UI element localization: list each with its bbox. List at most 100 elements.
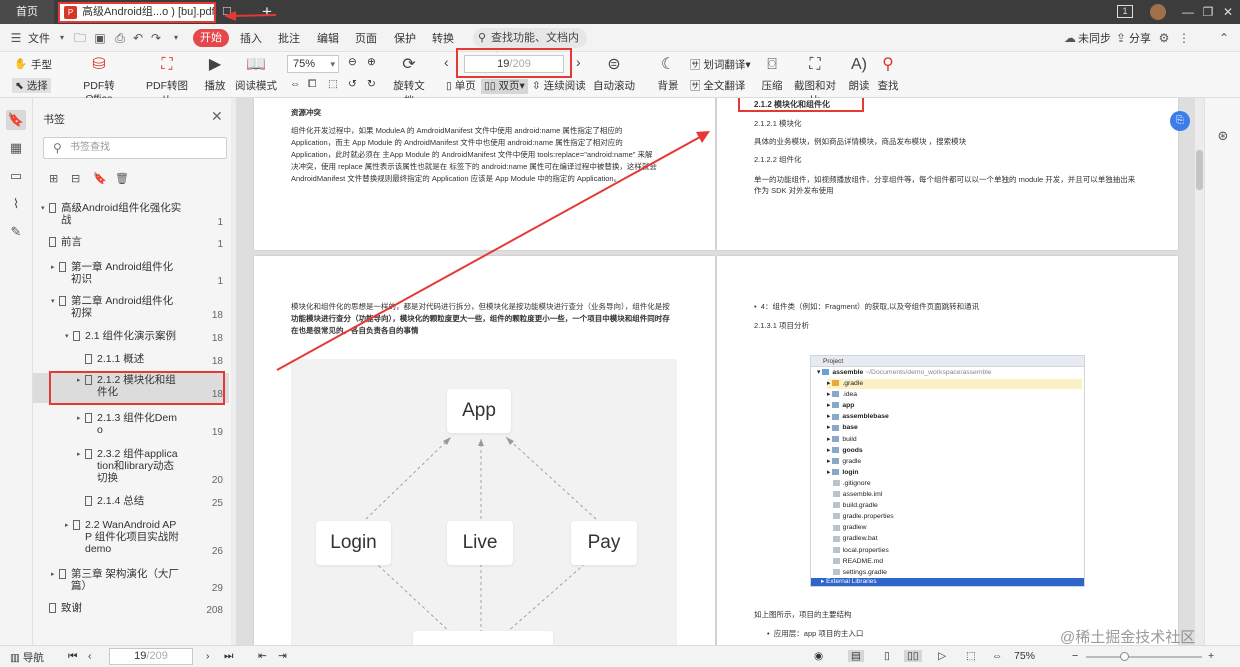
bookmark-item[interactable]: 致谢 208	[33, 601, 229, 619]
actual-size-icon[interactable]: ⬚	[328, 78, 338, 90]
bookmark-icon[interactable]: 🔖	[93, 172, 107, 185]
double-page-view-icon[interactable]: ▯	[884, 650, 890, 662]
gear-icon[interactable]: ⚙	[1156, 30, 1172, 46]
bookmark-item[interactable]: ▸ 第一章 Android组件化 初识 1	[33, 260, 229, 290]
save-icon[interactable]: ▣	[92, 30, 108, 46]
menu-insert[interactable]: 插入	[240, 30, 262, 46]
bookmark-search-input[interactable]: 书签查找	[43, 137, 227, 159]
read-mode-button[interactable]: 📖 阅读模式	[235, 54, 277, 93]
next-page-icon[interactable]: ›	[576, 54, 581, 70]
single-page-button[interactable]: ▯ 单页	[443, 79, 479, 94]
command-search-input[interactable]: 查找功能、文档内容	[473, 28, 587, 64]
rotate-left-icon[interactable]: ↺	[348, 78, 357, 90]
zoom-in-icon[interactable]: ⊕	[367, 56, 376, 68]
tab-document[interactable]: P 高级Android组...o ) [bu].pdf	[58, 2, 216, 23]
document-scrollbar[interactable]	[1195, 98, 1204, 645]
tab-close-icon[interactable]: ☐	[222, 5, 232, 18]
menu-comment[interactable]: 批注	[278, 30, 300, 46]
fit-width-icon[interactable]: ⇔	[992, 650, 1003, 662]
hamburger-menu-icon[interactable]: ☰	[8, 30, 24, 46]
chevron-down-icon[interactable]: ▾	[168, 30, 184, 46]
page-number-input[interactable]: 19/209	[464, 55, 564, 73]
prev-page-icon[interactable]: ‹	[88, 650, 92, 662]
last-page-icon[interactable]: ⏭	[224, 650, 233, 663]
bookmark-item[interactable]: ▾ 2.1 组件化演示案例 18	[33, 329, 229, 347]
chevron-down-icon[interactable]: ▾	[51, 297, 55, 305]
chevron-down-icon[interactable]: ▾	[65, 332, 69, 340]
menu-protect[interactable]: 保护	[394, 30, 416, 46]
full-translate-button[interactable]: 🈂 全文翻译	[690, 78, 745, 93]
play-icon[interactable]: ▷	[938, 650, 946, 662]
double-page-button[interactable]: ▯▯ 双页▾	[481, 79, 528, 94]
window-count-icon[interactable]: 1	[1117, 5, 1133, 18]
chevron-right-icon[interactable]: ▸	[51, 570, 55, 578]
navigation-button[interactable]: ▥ 导航	[10, 650, 44, 665]
background-button[interactable]: ☾ 背景	[654, 54, 682, 93]
rotate-right-icon[interactable]: ↻	[367, 78, 376, 90]
fit-page-icon[interactable]: ⬚	[966, 650, 976, 662]
bookmark-item[interactable]: ▸ 2.1.2 模块化和组 件化 18	[33, 373, 229, 403]
next-page-icon[interactable]: ›	[206, 650, 210, 662]
eye-icon[interactable]: ◉	[814, 650, 823, 662]
add-bookmark-icon[interactable]: ⊞	[49, 172, 58, 185]
zoom-in-icon[interactable]: +	[1208, 650, 1214, 662]
menu-convert[interactable]: 转换	[432, 30, 454, 46]
menu-edit[interactable]: 编辑	[317, 30, 339, 46]
zoom-select[interactable]: 75%	[287, 55, 339, 73]
chevron-down-icon[interactable]: ▾	[54, 30, 70, 46]
bookmark-item[interactable]: 2.1.4 总结 25	[33, 494, 229, 512]
word-translate-button[interactable]: 🈂 划词翻译▾	[690, 57, 751, 72]
add-child-bookmark-icon[interactable]: ⊟	[71, 172, 80, 185]
bookmark-item[interactable]: ▾ 第二章 Android组件化 初探 18	[33, 294, 229, 324]
undo-icon[interactable]: ↶	[130, 30, 146, 46]
collapse-ribbon-icon[interactable]: ⌃	[1216, 30, 1232, 46]
redo-icon[interactable]: ↷	[148, 30, 164, 46]
zoom-slider[interactable]	[1086, 652, 1202, 661]
open-folder-icon[interactable]: 🗀	[72, 30, 88, 46]
share-button[interactable]: 分享	[1129, 30, 1151, 46]
bookmark-item[interactable]: ▾ 高级Android组件化强化实战 1	[33, 201, 229, 231]
hand-tool-icon[interactable]: ✋	[14, 57, 27, 70]
signature-icon[interactable]: ✎	[8, 224, 24, 240]
print-icon[interactable]: ⎙	[112, 30, 128, 46]
status-page-input[interactable]: 19/209	[109, 648, 193, 665]
bookmark-item[interactable]: 前言 1	[33, 235, 229, 253]
fit-width-icon[interactable]: ⇔	[290, 78, 301, 90]
delete-bookmark-icon[interactable]: 🗑	[115, 172, 129, 185]
chevron-right-icon[interactable]: ▸	[77, 450, 81, 458]
floating-action-icon[interactable]: ⎘	[1170, 111, 1190, 131]
menu-start[interactable]: 开始	[193, 29, 229, 47]
tab-home[interactable]: 首页	[0, 0, 54, 24]
auto-scroll-button[interactable]: ⊜ 自动滚动	[593, 54, 635, 93]
fit-page-icon[interactable]: ⧠	[308, 78, 316, 91]
bookmark-item[interactable]: ▸ 2.1.3 组件化Dem o 19	[33, 411, 229, 441]
more-icon[interactable]: ⋮	[1176, 30, 1192, 46]
chevron-right-icon[interactable]: ▸	[51, 263, 55, 271]
menu-file[interactable]: 文件	[28, 30, 50, 46]
forward-icon[interactable]: ⇥	[278, 650, 287, 662]
lens-icon[interactable]: ⊛	[1215, 128, 1231, 144]
continuous-view-icon[interactable]: ▯▯	[904, 650, 922, 662]
chevron-right-icon[interactable]: ▸	[77, 376, 81, 384]
bookmark-item[interactable]: ▸ 第三章 架构演化（大厂 篇） 29	[33, 567, 229, 597]
bookmark-item[interactable]: 2.1.1 概述 18	[33, 352, 229, 370]
zoom-out-icon[interactable]: ⊖	[348, 56, 357, 68]
select-tool-button[interactable]: ⬉ 选择	[12, 78, 51, 93]
bookmark-panel-icon[interactable]: 🔖	[6, 110, 26, 130]
play-button[interactable]: ▶ 播放	[203, 54, 227, 93]
bookmark-item[interactable]: ▸ 2.3.2 组件applica tion和library动态 切换 20	[33, 447, 229, 489]
close-icon[interactable]: ✕	[211, 108, 223, 125]
single-page-view-icon[interactable]: ▤	[848, 650, 864, 662]
compress-button[interactable]: ⌼ 压缩	[759, 54, 785, 93]
cloud-icon[interactable]: ☁	[1062, 30, 1078, 46]
chevron-right-icon[interactable]: ▸	[65, 521, 69, 529]
zoom-level[interactable]: 75%	[1014, 650, 1035, 662]
read-aloud-button[interactable]: A) 朗读	[846, 54, 872, 93]
attachment-icon[interactable]: ⌇	[8, 196, 24, 212]
thumbnail-icon[interactable]: ▦	[8, 140, 24, 156]
bookmark-item[interactable]: ▸ 2.2 WanAndroid AP P 组件化项目实战附 demo 26	[33, 518, 229, 560]
document-view[interactable]: 资源冲突 组件化开发过程中，如果 ModuleA 的 AmdroidManife…	[236, 98, 1204, 645]
close-icon[interactable]: ✕	[1216, 0, 1240, 24]
avatar[interactable]	[1150, 4, 1166, 20]
chevron-down-icon[interactable]: ▾	[41, 204, 45, 212]
